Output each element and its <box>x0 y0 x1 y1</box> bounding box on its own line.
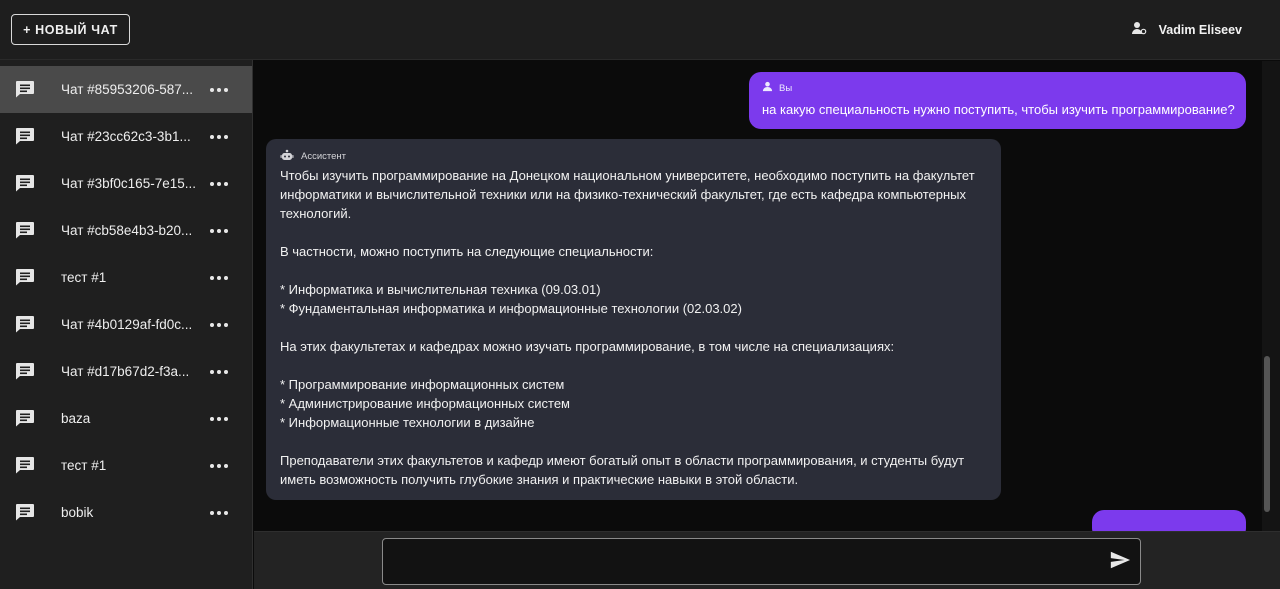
user-profile[interactable]: Vadim Eliseev <box>1131 20 1242 39</box>
assistant-message-line: * Администрирование информационных систе… <box>280 396 570 411</box>
user-settings-icon <box>1131 20 1147 39</box>
assistant-message-line: * Программирование информационных систем <box>280 377 565 392</box>
sidebar-chat-label: Чат #23cc62c3-3b1... <box>61 129 191 144</box>
more-options-icon[interactable] <box>210 321 228 329</box>
sidebar-chat-item[interactable]: тест #1 <box>0 442 252 489</box>
assistant-message-line: информатики и вычислительной техники или… <box>280 187 966 202</box>
more-options-icon[interactable] <box>210 86 228 94</box>
assistant-author-label: Ассистент <box>301 150 347 162</box>
assistant-message-author: Ассистент <box>280 149 987 163</box>
user-message: Вы на какую специальность нужно поступит… <box>749 72 1246 129</box>
user-message-author: Вы <box>762 81 1233 95</box>
top-bar: + НОВЫЙ ЧАТ Vadim Eliseev <box>0 0 1280 60</box>
more-options-icon[interactable] <box>210 509 228 517</box>
sidebar-chat-label: Чат #85953206-587... <box>61 82 193 97</box>
chat-bubble-icon <box>15 80 35 98</box>
assistant-message-blank <box>280 432 987 451</box>
message-input-box[interactable] <box>382 538 1141 585</box>
sidebar-chat-item[interactable]: тест #1 <box>0 254 252 301</box>
sidebar-chat-label: baza <box>61 411 91 426</box>
sidebar-chat-item[interactable]: baza <box>0 395 252 442</box>
assistant-message-line: * Информатика и вычислительная техника (… <box>280 282 601 297</box>
sidebar-chat-label: Чат #cb58e4b3-b20... <box>61 223 193 238</box>
sidebar-chat-item[interactable]: bobik <box>0 489 252 536</box>
user-name: Vadim Eliseev <box>1158 22 1242 37</box>
sidebar-chat-item[interactable]: Чат #23cc62c3-3b1... <box>0 113 252 160</box>
chat-bubble-icon <box>15 315 35 333</box>
conversation-area: Вы на какую специальность нужно поступит… <box>254 61 1280 531</box>
assistant-message: Ассистент Чтобы изучить программирование… <box>266 139 1001 500</box>
chat-bubble-icon <box>15 174 35 192</box>
user-message-partial <box>1092 510 1246 531</box>
sidebar: Чат #85953206-587... Чат #23cc62c3-3b1...… <box>0 60 253 589</box>
sidebar-chat-item[interactable]: Чат #85953206-587... <box>0 66 252 113</box>
more-options-icon[interactable] <box>210 274 228 282</box>
chat-bubble-icon <box>15 503 35 521</box>
chat-bubble-icon <box>15 456 35 474</box>
chat-bubble-icon <box>15 268 35 286</box>
sidebar-chat-label: Чат #d17b67d2-f3a... <box>61 364 190 379</box>
sidebar-chat-label: bobik <box>61 505 94 520</box>
chat-bubble-icon <box>15 221 35 239</box>
scrollbar-thumb[interactable] <box>1264 356 1270 512</box>
more-options-icon[interactable] <box>210 133 228 141</box>
assistant-message-line: иметь возможность получить глубокие знан… <box>280 472 799 487</box>
new-chat-button[interactable]: + НОВЫЙ ЧАТ <box>11 14 130 45</box>
sidebar-chat-label: Чат #4b0129af-fd0c... <box>61 317 193 332</box>
chat-bubble-icon <box>15 409 35 427</box>
more-options-icon[interactable] <box>210 415 228 423</box>
assistant-message-blank <box>280 223 987 242</box>
robot-icon <box>280 149 294 164</box>
sidebar-chat-item[interactable]: Чат #4b0129af-fd0c... <box>0 301 252 348</box>
assistant-message-line: Преподаватели этих факультетов и кафедр … <box>280 453 965 468</box>
assistant-message-line: Чтобы изучить программирование на Донецк… <box>280 168 975 183</box>
sidebar-chat-label: тест #1 <box>61 458 107 473</box>
person-icon <box>762 81 773 95</box>
chat-bubble-icon <box>15 362 35 380</box>
user-message-text: на какую специальность нужно поступить, … <box>762 102 1235 117</box>
more-options-icon[interactable] <box>210 368 228 376</box>
assistant-message-blank <box>280 356 987 375</box>
sidebar-chat-label: тест #1 <box>61 270 107 285</box>
assistant-message-line: * Фундаментальная информатика и информац… <box>280 301 742 316</box>
assistant-message-line: В частности, можно поступить на следующи… <box>280 244 654 259</box>
assistant-message-line: * Информационные технологии в дизайне <box>280 415 535 430</box>
more-options-icon[interactable] <box>210 462 228 470</box>
assistant-message-line: технологий. <box>280 206 352 221</box>
sidebar-chat-item[interactable]: Чат #cb58e4b3-b20... <box>0 207 252 254</box>
chat-bubble-icon <box>15 127 35 145</box>
assistant-message-line: На этих факультетах и кафедрах можно изу… <box>280 339 895 354</box>
sidebar-chat-item[interactable]: Чат #3bf0c165-7e15... <box>0 160 252 207</box>
message-input[interactable] <box>393 547 1093 577</box>
assistant-message-blank <box>280 261 987 280</box>
more-options-icon[interactable] <box>210 180 228 188</box>
assistant-message-blank <box>280 318 987 337</box>
user-author-label: Вы <box>779 82 793 94</box>
sidebar-chat-label: Чат #3bf0c165-7e15... <box>61 176 196 191</box>
more-options-icon[interactable] <box>210 227 228 235</box>
send-icon[interactable] <box>1109 549 1131 571</box>
sidebar-chat-item[interactable]: Чат #d17b67d2-f3a... <box>0 348 252 395</box>
